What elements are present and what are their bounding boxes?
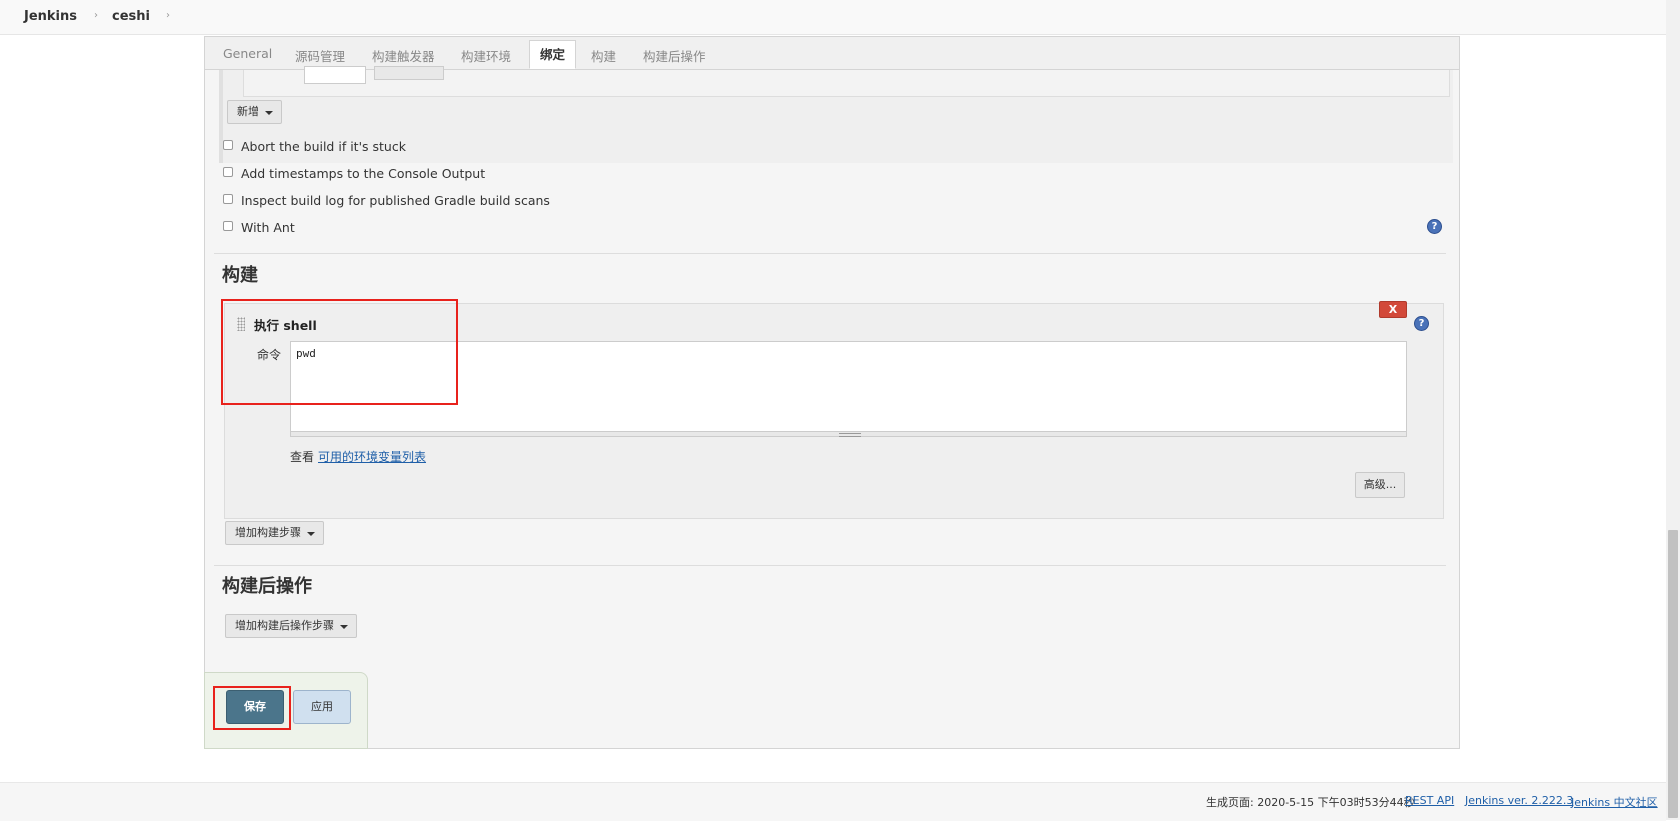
command-label: 命令 xyxy=(257,348,282,362)
option-label: Abort the build if it's stuck xyxy=(241,139,406,154)
help-icon[interactable]: ? xyxy=(1414,316,1429,331)
checkbox[interactable] xyxy=(223,167,233,177)
binding-button[interactable] xyxy=(374,66,444,80)
post-build-section-title: 构建后操作 xyxy=(222,576,312,597)
help-icon[interactable]: ? xyxy=(1427,219,1442,234)
step-title: 执行 shell xyxy=(254,318,317,333)
vertical-scrollbar[interactable] xyxy=(1666,0,1680,820)
option-label: Inspect build log for published Gradle b… xyxy=(241,193,550,208)
add-binding-button[interactable]: 新增 xyxy=(227,100,282,124)
caret-down-icon xyxy=(265,111,273,115)
build-section-title: 构建 xyxy=(222,265,258,286)
tab-source-control[interactable]: 源码管理 xyxy=(295,46,345,65)
checkbox[interactable] xyxy=(223,194,233,204)
footer-version-link[interactable]: Jenkins ver. 2.222.3 xyxy=(1465,794,1573,807)
tab-build-triggers[interactable]: 构建触发器 xyxy=(372,46,435,65)
add-build-step-label: 增加构建步骤 xyxy=(235,526,301,539)
add-binding-label: 新增 xyxy=(237,105,259,118)
build-step-shell: 执行 shell 命令 pwd 查看 可用的环境变量列表 高级... xyxy=(224,303,1444,519)
binding-input[interactable] xyxy=(304,66,366,84)
drag-handle-icon[interactable] xyxy=(237,317,245,331)
textarea-resize-handle[interactable] xyxy=(290,432,1407,437)
tab-build[interactable]: 构建 xyxy=(591,46,616,65)
binding-entry xyxy=(243,66,1450,97)
tab-build-environment[interactable]: 构建环境 xyxy=(461,46,511,65)
checkbox[interactable] xyxy=(223,221,233,231)
option-label: With Ant xyxy=(241,220,295,235)
delete-step-button[interactable]: X xyxy=(1379,301,1407,318)
footer-rest-api-link[interactable]: REST API xyxy=(1405,794,1454,807)
breadcrumb: Jenkins › ceshi › xyxy=(0,0,1680,35)
tab-bindings[interactable]: 绑定 xyxy=(529,40,577,69)
add-build-step-button[interactable]: 增加构建步骤 xyxy=(225,521,324,545)
breadcrumb-item-jenkins[interactable]: Jenkins xyxy=(24,9,77,24)
tab-general[interactable]: General xyxy=(223,46,272,61)
env-vars-link[interactable]: 可用的环境变量列表 xyxy=(318,448,426,465)
section-divider xyxy=(214,253,1446,254)
checkbox[interactable] xyxy=(223,140,233,150)
footer-community-link[interactable]: Jenkins 中文社区 xyxy=(1571,794,1658,810)
add-post-build-step-label: 增加构建后操作步骤 xyxy=(235,619,334,632)
apply-button[interactable]: 应用 xyxy=(293,690,351,724)
breadcrumb-separator-icon: › xyxy=(94,10,98,21)
tab-post-build[interactable]: 构建后操作 xyxy=(643,46,706,65)
breadcrumb-item-project[interactable]: ceshi xyxy=(112,9,150,24)
advanced-button[interactable]: 高级... xyxy=(1355,472,1405,498)
see-text: 查看 xyxy=(290,450,315,464)
caret-down-icon xyxy=(340,625,348,629)
breadcrumb-separator-icon: › xyxy=(166,10,170,21)
save-button[interactable]: 保存 xyxy=(226,690,284,724)
footer-generated-time: 生成页面: 2020-5-15 下午03时53分44秒 xyxy=(1206,796,1415,809)
add-post-build-step-button[interactable]: 增加构建后操作步骤 xyxy=(225,614,357,638)
option-label: Add timestamps to the Console Output xyxy=(241,166,486,181)
section-divider xyxy=(214,565,1446,566)
command-textarea[interactable]: pwd xyxy=(290,341,1407,432)
caret-down-icon xyxy=(307,532,315,536)
scrollbar-thumb[interactable] xyxy=(1668,530,1678,818)
page-footer: 生成页面: 2020-5-15 下午03时53分44秒 REST API Jen… xyxy=(0,782,1666,821)
